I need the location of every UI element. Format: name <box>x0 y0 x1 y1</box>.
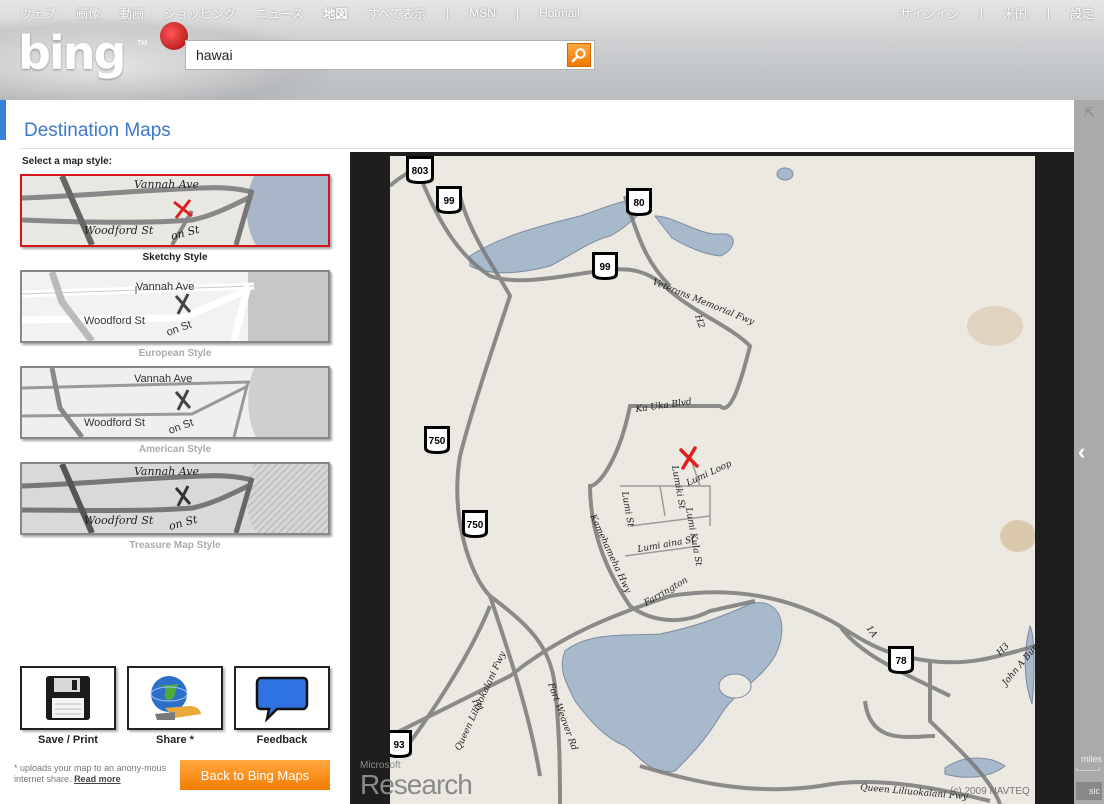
route-number: 99 <box>599 262 611 273</box>
scale-bar <box>1076 767 1100 771</box>
title-accent-bar <box>0 100 6 140</box>
share-label: Share * <box>156 734 194 746</box>
nav-maps[interactable]: 地図 <box>323 5 347 22</box>
route-shield: 803 <box>406 156 434 184</box>
feedback-label: Feedback <box>256 734 308 746</box>
route-shield: 99 <box>436 186 462 214</box>
route-number: 750 <box>467 520 484 531</box>
nav-shopping[interactable]: ショッピング <box>164 5 236 22</box>
nav-separator: | <box>1046 6 1050 20</box>
search-input[interactable] <box>186 42 567 68</box>
header-decoration-ball <box>160 22 188 50</box>
chevron-left-icon[interactable]: ‹ <box>1078 440 1098 464</box>
treasure-style-preview: Vannah Ave Woodford St on St <box>22 464 328 533</box>
nav-separator: | <box>446 6 450 20</box>
thumb-street-label: Vannah Ave <box>134 465 200 478</box>
save-print-button[interactable] <box>20 666 116 730</box>
thumb-street-label: Vannah Ave <box>134 178 200 191</box>
route-shield: 93 <box>390 730 412 758</box>
nav-videos[interactable]: 動画 <box>120 5 144 22</box>
top-right-links: サインイン | 米国 | 設定 <box>880 4 1094 22</box>
nav-images[interactable]: 画像 <box>76 5 100 22</box>
back-to-bing-maps-button[interactable]: Back to Bing Maps <box>180 760 330 790</box>
nav-all[interactable]: すべて表示 <box>367 5 426 22</box>
european-style-preview: Vannah Ave Woodford St on St <box>22 272 328 341</box>
expand-icon[interactable]: ⇱ <box>1084 106 1098 120</box>
logo-trademark: TM <box>137 40 148 47</box>
sketch-map: 803 99 80 99 750 750 78 93 Veterans Memo… <box>390 156 1035 804</box>
island <box>718 673 752 699</box>
nav-news[interactable]: ニュース <box>256 5 303 22</box>
thumb-street-label: Woodford St <box>84 224 154 237</box>
nav-separator: | <box>979 6 983 20</box>
signin-link[interactable]: サインイン <box>900 5 960 22</box>
branding-big: Research <box>360 769 473 800</box>
thumb-street-label: Woodford St <box>84 315 145 327</box>
style-label-sketchy: Sketchy Style <box>142 252 208 263</box>
microsoft-research-branding: Microsoft Research <box>360 760 473 800</box>
nav-hotmail[interactable]: Hotmail <box>539 6 580 20</box>
search-box <box>185 40 595 70</box>
style-label-treasure: Treasure Map Style <box>129 540 221 551</box>
american-style-preview: Vannah Ave Woodford St on St <box>22 368 328 437</box>
scale-label: miles <box>1080 754 1102 764</box>
page-title: Destination Maps <box>24 120 171 141</box>
title-divider <box>20 148 1074 149</box>
route-number: 99 <box>443 196 455 207</box>
page-title-area: Destination Maps <box>0 100 1074 148</box>
settings-link[interactable]: 設定 <box>1070 5 1094 22</box>
read-more-link[interactable]: Read more <box>74 774 121 784</box>
route-shield: 750 <box>424 426 450 454</box>
feedback-button[interactable] <box>234 666 330 730</box>
thumb-street-label: Woodford St <box>84 514 154 527</box>
speech-bubble-icon <box>255 676 309 722</box>
style-option-treasure[interactable]: Vannah Ave Woodford St on St <box>20 462 330 535</box>
style-option-sketchy[interactable]: Vannah Ave Woodford St on St <box>20 174 330 247</box>
nav-separator: | <box>515 6 520 20</box>
route-shield: 99 <box>592 252 618 280</box>
floppy-disk-icon <box>46 676 90 720</box>
sketchy-style-preview: Vannah Ave Woodford St on St <box>22 176 328 245</box>
search-button[interactable] <box>567 43 591 67</box>
bing-logo[interactable]: bing <box>18 30 126 76</box>
style-label-american: American Style <box>138 444 212 455</box>
route-number: 803 <box>412 166 429 177</box>
nav-web[interactable]: ウェブ <box>20 5 56 22</box>
thumb-street-label: Woodford St <box>84 417 145 429</box>
nav-msn[interactable]: MSN <box>469 6 496 20</box>
route-number: 93 <box>393 740 405 751</box>
style-option-american[interactable]: Vannah Ave Woodford St on St <box>20 366 330 439</box>
map-copyright: (c) 2009 NAVTEQ <box>950 786 1030 797</box>
search-icon <box>571 48 586 63</box>
share-footnote: * uploads your map to an anony-mous inte… <box>14 763 174 785</box>
paper-stain <box>967 306 1023 346</box>
map-canvas[interactable]: 803 99 80 99 750 750 78 93 Veterans Memo… <box>390 156 1035 804</box>
route-shield: 78 <box>888 646 914 674</box>
thumb-street-label: Vannah Ave <box>136 281 194 293</box>
region-link[interactable]: 米国 <box>1003 5 1027 22</box>
style-option-european[interactable]: Vannah Ave Woodford St on St <box>20 270 330 343</box>
route-number: 750 <box>429 436 446 447</box>
globe-share-icon <box>150 676 201 720</box>
thumb-street-label: Vannah Ave <box>134 373 192 385</box>
style-prompt: Select a map style: <box>22 156 113 167</box>
route-number: 78 <box>895 656 907 667</box>
route-shield: 750 <box>462 510 488 538</box>
paper-stain <box>1000 520 1035 552</box>
route-number: 80 <box>633 198 645 209</box>
style-label-european: European Style <box>138 348 212 359</box>
save-print-label: Save / Print <box>38 734 98 746</box>
route-shield: 80 <box>626 188 652 216</box>
map-type-button[interactable]: sic <box>1076 782 1102 800</box>
top-navigation: ウェブ 画像 動画 ショッピング ニュース 地図 すべて表示 | MSN | H… <box>20 4 600 22</box>
water-body <box>776 167 794 181</box>
share-button[interactable] <box>127 666 223 730</box>
